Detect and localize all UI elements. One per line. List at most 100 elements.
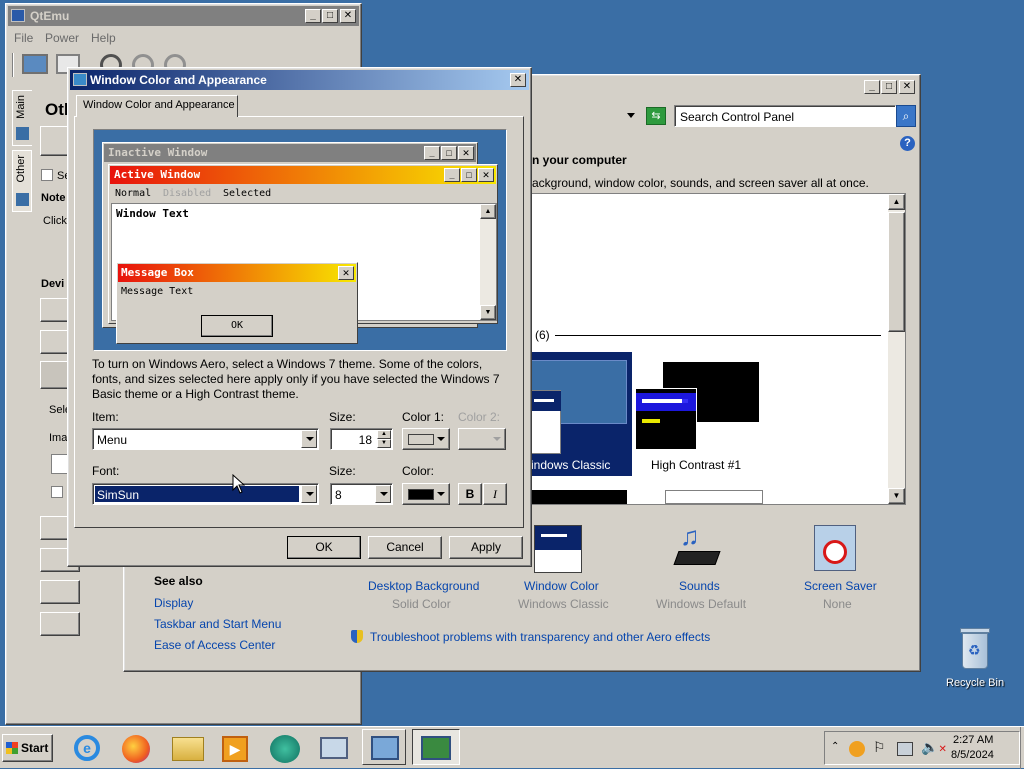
inactive-close-button: ✕	[458, 146, 474, 160]
recycle-bin-icon[interactable]: ♻	[956, 626, 994, 672]
troubleshoot-link[interactable]: Troubleshoot problems with transparency …	[370, 630, 710, 644]
clock-time[interactable]: 2:27 AM	[953, 734, 993, 746]
theme-white-peek[interactable]	[665, 490, 763, 504]
italic-button[interactable]: I	[483, 483, 507, 505]
qtemu-checkbox[interactable]	[41, 169, 53, 181]
help-icon[interactable]: ?	[900, 136, 915, 151]
spin-up-button[interactable]: ▲	[377, 430, 391, 439]
font-dropdown[interactable]: SimSun	[92, 483, 319, 505]
desktop-background-link[interactable]: Desktop Background	[368, 579, 479, 593]
preview-area: Inactive Window _ □ ✕ Active Window _ □ …	[93, 129, 507, 351]
window-color-sub: Windows Classic	[518, 597, 609, 611]
windows-logo-icon	[6, 742, 18, 754]
image-checkbox[interactable]	[51, 486, 63, 498]
side-tab-other[interactable]: Other	[12, 150, 32, 212]
font-size-dropdown-arrow[interactable]	[375, 485, 391, 503]
sounds-icon[interactable]: ♫	[673, 521, 722, 573]
cp-close-button[interactable]: ✕	[899, 80, 915, 94]
font-size-dropdown[interactable]: 8	[330, 483, 393, 505]
search-box[interactable]: Search Control Panel	[674, 105, 896, 127]
theme-hc-label: High Contrast #1	[651, 458, 742, 472]
show-desktop-button[interactable]	[1020, 727, 1024, 769]
msgbox-titlebar: Message Box ✕	[118, 264, 356, 282]
apply-button[interactable]: Apply	[449, 536, 523, 559]
item-dropdown[interactable]: Menu	[92, 428, 319, 450]
qtemu-button-d[interactable]	[40, 612, 80, 636]
cancel-button[interactable]: Cancel	[368, 536, 442, 559]
media-player-icon[interactable]: ▶	[214, 729, 258, 765]
scroll-down-button[interactable]: ▼	[888, 488, 905, 504]
keyboard-glyph	[673, 551, 721, 565]
theme-high-contrast-1[interactable]: High Contrast #1	[635, 352, 783, 476]
devices-label: Devi	[41, 278, 65, 290]
link-display[interactable]: Display	[154, 596, 193, 610]
spin-down-button[interactable]: ▼	[377, 439, 391, 448]
screen-saver-icon[interactable]	[814, 525, 856, 571]
tray-expand-icon[interactable]: ⌃	[831, 741, 839, 752]
ie-icon[interactable]: e	[66, 729, 110, 765]
screen-saver-sub: None	[823, 597, 852, 611]
start-button[interactable]: Start	[2, 734, 53, 762]
menu-file[interactable]: File	[14, 31, 33, 45]
bold-button[interactable]: B	[458, 483, 482, 505]
action-center-flag-icon[interactable]: ⚐	[873, 739, 886, 756]
chat-glyph	[270, 735, 300, 763]
firefox-icon[interactable]	[114, 729, 158, 765]
theme-classic-label: indows Classic	[531, 458, 611, 472]
screen-saver-link[interactable]: Screen Saver	[804, 579, 877, 593]
color2-picker[interactable]	[458, 428, 506, 450]
search-icon[interactable]: ⌕	[896, 105, 916, 127]
menu-power[interactable]: Power	[45, 31, 79, 45]
window-color-icon[interactable]	[534, 525, 582, 573]
control-panel-task[interactable]	[362, 729, 406, 765]
font-color-picker[interactable]	[402, 483, 450, 505]
cp-minimize-button[interactable]: _	[864, 80, 880, 94]
theme-list-scrollbar[interactable]: ▲ ▼	[888, 194, 905, 504]
scroll-thumb[interactable]	[888, 212, 905, 332]
side-tab-main[interactable]: Main	[12, 90, 32, 146]
network-icon[interactable]	[312, 729, 356, 765]
network-tray-icon[interactable]	[897, 742, 913, 756]
preview-menu-disabled: Disabled	[163, 188, 212, 199]
explorer-icon[interactable]	[166, 729, 210, 765]
recycle-glyph: ♻	[968, 642, 981, 658]
cp-maximize-button[interactable]: □	[881, 80, 897, 94]
dialog-tab[interactable]: Window Color and Appearance	[76, 95, 238, 117]
appearance-dialog: Window Color and Appearance ✕ Window Col…	[67, 67, 532, 567]
address-dropdown-icon[interactable]	[627, 113, 635, 118]
preview-window-text: Window Text	[116, 207, 189, 220]
item-label: Item:	[92, 410, 119, 424]
monitor-icon[interactable]	[22, 54, 48, 74]
link-taskbar[interactable]: Taskbar and Start Menu	[154, 617, 281, 631]
volume-muted-icon[interactable]: 🔈✕	[921, 739, 947, 756]
theme-windows-classic[interactable]: indows Classic	[529, 352, 632, 476]
close-button[interactable]: ✕	[340, 9, 356, 23]
item-dropdown-arrow[interactable]	[301, 430, 317, 448]
active-max-button: □	[461, 168, 477, 182]
ie-glyph: e	[74, 735, 100, 761]
window-color-link[interactable]: Window Color	[524, 579, 599, 593]
chat-icon[interactable]	[264, 729, 308, 765]
qtemu-button-c[interactable]	[40, 580, 80, 604]
link-ease-of-access[interactable]: Ease of Access Center	[154, 638, 275, 652]
minimize-button[interactable]: _	[305, 9, 321, 23]
preview-scrollbar: ▲ ▼	[480, 204, 496, 320]
no-sign	[823, 540, 847, 564]
ok-button[interactable]: OK	[287, 536, 361, 559]
toolbar-separator	[12, 53, 14, 77]
tray-app-icon[interactable]	[849, 741, 865, 757]
clock-date[interactable]: 8/5/2024	[951, 749, 994, 761]
dialog-close-button[interactable]: ✕	[510, 73, 526, 87]
font-dropdown-arrow[interactable]	[301, 485, 317, 503]
scroll-up-button[interactable]: ▲	[888, 194, 905, 210]
item-size-spinner[interactable]: 18 ▲ ▼	[330, 428, 393, 450]
menu-help[interactable]: Help	[91, 31, 116, 45]
color1-picker[interactable]	[402, 428, 450, 450]
theme-black-peek[interactable]	[529, 490, 627, 504]
shield-icon	[351, 630, 363, 643]
sounds-link[interactable]: Sounds	[679, 579, 720, 593]
maximize-button[interactable]: □	[322, 9, 338, 23]
refresh-icon[interactable]: ⇆	[646, 107, 666, 125]
appearance-task[interactable]	[412, 729, 460, 765]
hc-bar-3	[642, 419, 660, 423]
